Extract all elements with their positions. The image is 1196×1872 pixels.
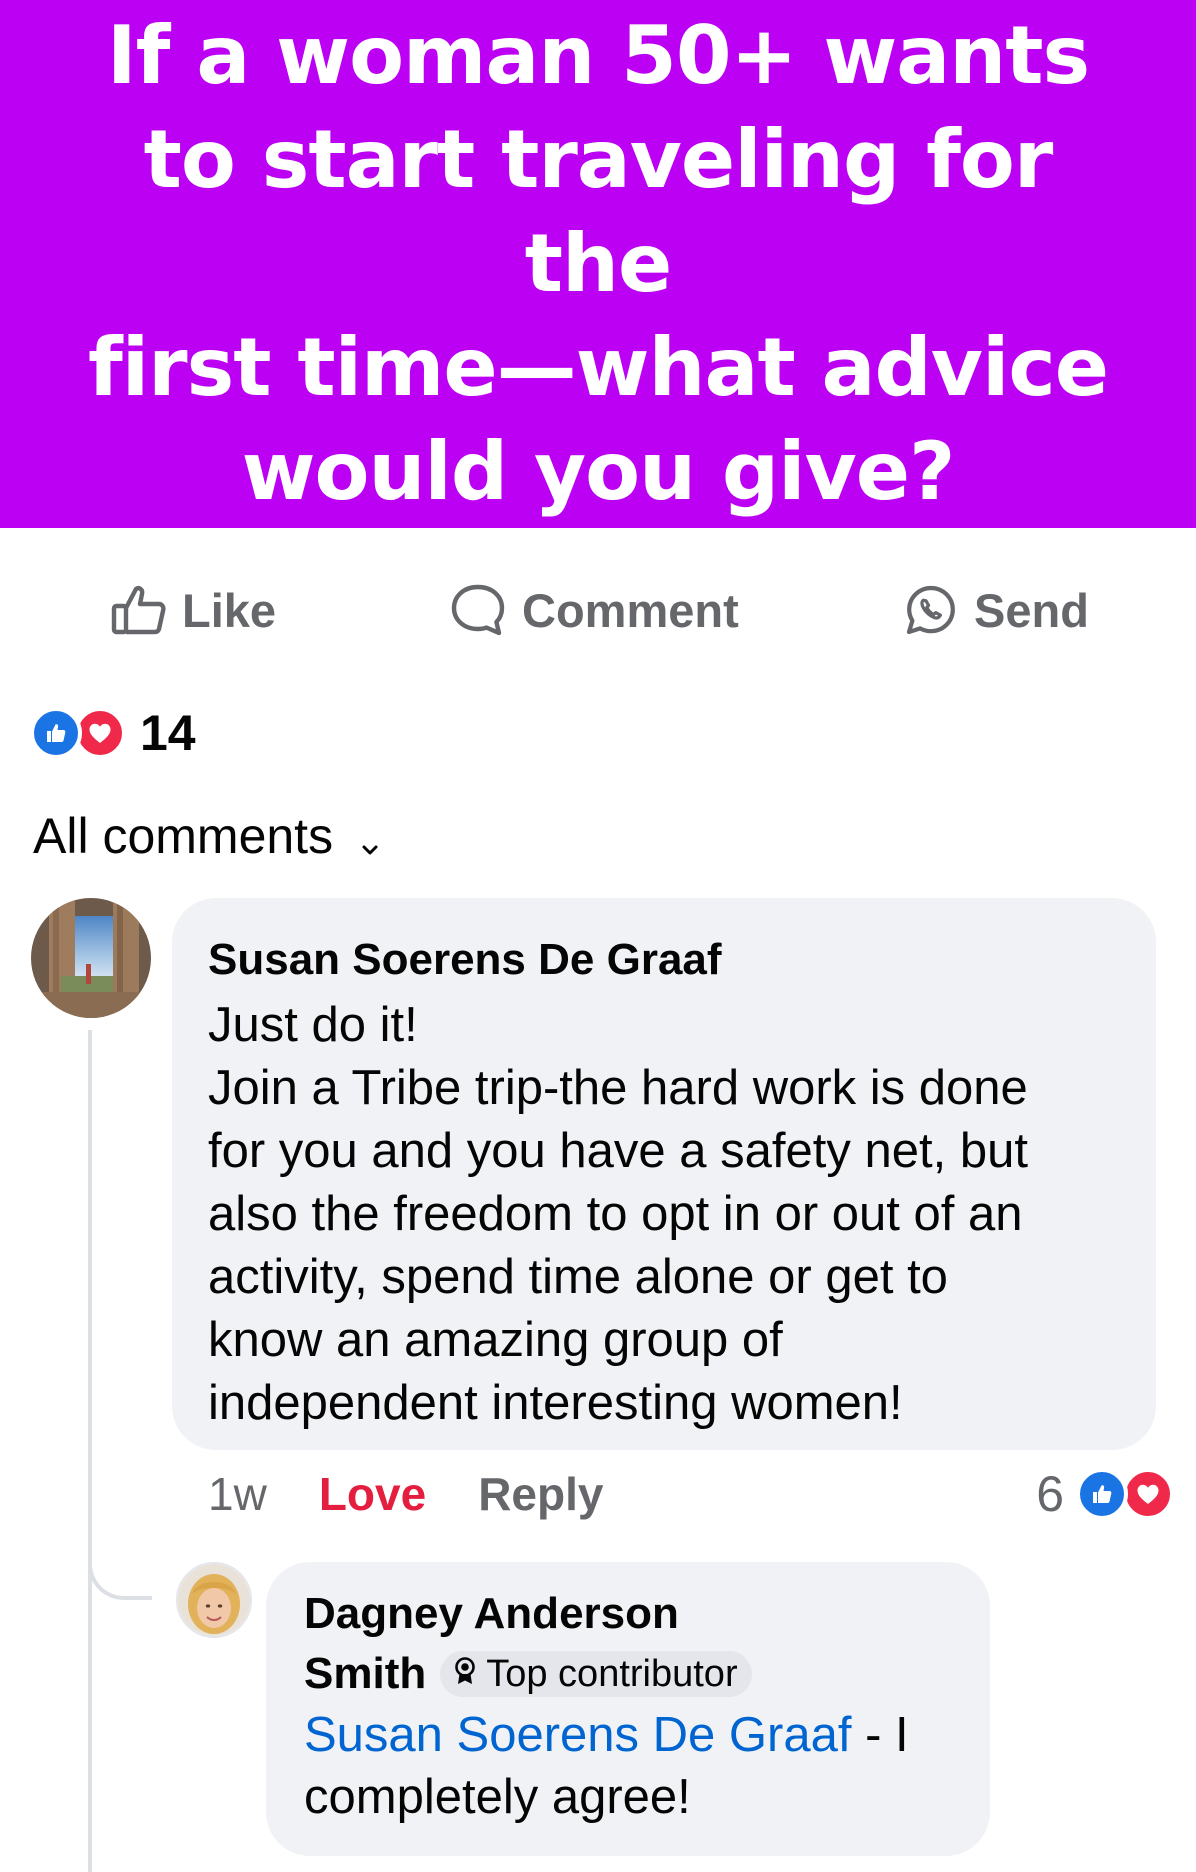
top-contributor-badge[interactable]: Top contributor <box>440 1651 752 1697</box>
send-button[interactable]: Send <box>902 570 1089 650</box>
comment-text-line: Join a Tribe trip-the hard work is done <box>208 1061 1028 1115</box>
banner-line: first time—what advice <box>87 321 1109 414</box>
badge-label: Top contributor <box>486 1653 738 1695</box>
reply-author-name-line: Smith <box>304 1649 427 1698</box>
mention-link[interactable]: Susan Soerens De Graaf <box>304 1708 851 1762</box>
reply-author-line: Smith Top contributor <box>304 1644 956 1704</box>
banner-line: would you give? <box>241 425 956 518</box>
comment-reaction-count: 6 <box>1036 1466 1064 1522</box>
comment-text-line: independent interesting women! <box>208 1376 903 1430</box>
comment-button[interactable]: Comment <box>448 570 739 650</box>
reaction-summary[interactable]: 14 <box>30 705 196 761</box>
reaction-count: 14 <box>140 705 196 761</box>
comment-meta: 1w Love Reply <box>208 1462 603 1526</box>
comment-reaction-icons <box>1076 1468 1178 1520</box>
like-reaction-icon <box>30 707 82 759</box>
reply-text: Susan Soerens De Graaf - I completely ag… <box>304 1704 956 1828</box>
reply-author[interactable]: Dagney Anderson Smith Top contributor <box>304 1584 956 1704</box>
comment-label: Comment <box>522 583 739 637</box>
reply-author-name-line: Dagney Anderson <box>304 1589 679 1638</box>
reply-text-fragment: - I <box>851 1708 909 1762</box>
reaction-icons <box>30 707 126 759</box>
comment-bubble-icon <box>448 581 508 639</box>
comment-text-line: Just do it! <box>208 998 418 1052</box>
comment-text-line: know an amazing group of <box>208 1313 783 1367</box>
banner-line: If a woman 50+ wants <box>106 9 1090 102</box>
comments-filter-label: All comments <box>33 808 334 864</box>
whatsapp-icon <box>902 581 960 639</box>
comment-text: Just do it! Join a Tribe trip-the hard w… <box>208 994 1120 1435</box>
love-reaction-icon <box>1122 1468 1174 1520</box>
like-label: Like <box>182 583 277 637</box>
comment-text-line: also the freedom to opt in or out of an <box>208 1187 1023 1241</box>
post-action-bar: Like Comment Send <box>0 570 1196 650</box>
reply-button[interactable]: Reply <box>478 1467 603 1521</box>
send-label: Send <box>974 583 1089 637</box>
reply-connector <box>88 1540 152 1600</box>
reply-bubble: Dagney Anderson Smith Top contributor Su… <box>266 1562 990 1856</box>
comment-text-line: for you and you have a safety net, but <box>208 1124 1028 1178</box>
comment-text-line: activity, spend time alone or get to <box>208 1250 948 1304</box>
thread-line <box>88 1030 92 1872</box>
love-button[interactable]: Love <box>319 1467 426 1521</box>
post-banner-text: If a woman 50+ wants to start traveling … <box>78 4 1118 524</box>
comment-author[interactable]: Susan Soerens De Graaf <box>208 932 1120 988</box>
reply-avatar[interactable] <box>176 1562 252 1638</box>
banner-line: to start traveling for the <box>143 113 1054 310</box>
comment-bubble: Susan Soerens De Graaf Just do it! Join … <box>172 898 1156 1450</box>
comment-reactions[interactable]: 6 <box>1036 1462 1178 1526</box>
like-button[interactable]: Like <box>110 570 276 650</box>
like-reaction-icon <box>1076 1468 1128 1520</box>
award-icon <box>452 1644 486 1704</box>
avatar[interactable] <box>31 898 151 1018</box>
thumbs-up-icon <box>110 582 168 638</box>
chevron-down-icon <box>361 810 379 868</box>
reply-text-line: completely agree! <box>304 1770 691 1824</box>
post-banner: If a woman 50+ wants to start traveling … <box>0 0 1196 528</box>
comment-timestamp[interactable]: 1w <box>208 1467 267 1521</box>
comments-filter-dropdown[interactable]: All comments <box>33 804 379 868</box>
